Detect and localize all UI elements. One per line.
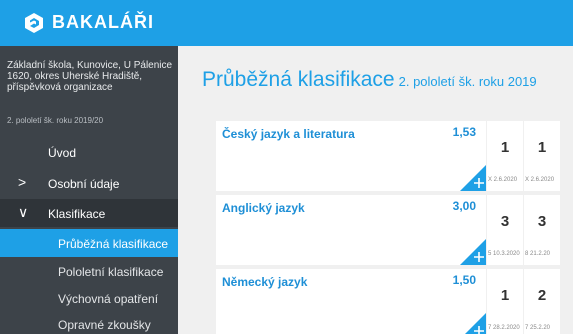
bakalari-logo-icon[interactable] (24, 12, 44, 34)
main-content: Průběžná klasifikace 2. pololetí šk. roku… (178, 46, 573, 334)
nav-item-uvod[interactable]: Úvod (0, 138, 178, 166)
page-title: Průběžná klasifikace 2. pololetí šk. roku… (202, 68, 537, 92)
grade-date: 7 25.2.20 (525, 325, 551, 331)
nav-item-prubezna-klasifikace[interactable]: Průběžná klasifikace (0, 229, 178, 257)
sidebar: Základní škola, Kunovice, U Pálenice 162… (0, 46, 178, 334)
grade-cell[interactable]: 1 7 28.2.2020 (487, 269, 523, 334)
grade-value: 1 (537, 139, 547, 156)
chevron-right-icon: > (18, 174, 27, 190)
subject-name[interactable]: Německý jazyk (222, 275, 307, 289)
subject-average: 1,50 (452, 273, 476, 287)
subject-average: 3,00 (452, 199, 476, 213)
subject-row[interactable]: Český jazyk a literatura 1,53 (216, 121, 486, 191)
nav-item-label: Osobní údaje (48, 177, 120, 191)
nav-item-label: Klasifikace (48, 207, 106, 221)
nav-item-label: Úvod (48, 146, 77, 160)
chevron-down-icon: ∨ (18, 204, 29, 220)
grade-date: 5 10.3.2020 (488, 251, 520, 257)
grade-cell[interactable]: 1 X 2.6.2020 (487, 121, 523, 191)
grade-date: X 2.6.2020 (525, 177, 555, 183)
page-title-term: 2. pololetí šk. roku 2019 (398, 74, 537, 89)
grade-value: 3 (500, 213, 510, 230)
grade-date: 7 28.2.2020 (488, 325, 520, 331)
top-bar: BAKALÁŘI (0, 0, 573, 46)
nav-item-label: Průběžná klasifikace (58, 237, 169, 251)
grade-cell[interactable]: 2 7 25.2.20 (524, 269, 560, 334)
grade-cell[interactable]: 3 8 21.2.20 (524, 195, 560, 265)
nav-item-klasifikace[interactable]: ∨ Klasifikace (0, 199, 178, 227)
subject-row[interactable]: Anglický jazyk 3,00 (216, 195, 486, 265)
add-grade-icon[interactable] (460, 313, 486, 334)
subject-average: 1,53 (452, 125, 476, 139)
grade-value: 2 (537, 287, 547, 304)
nav-item-pololetni-klasifikace[interactable]: Pololetní klasifikace (0, 257, 178, 285)
nav-item-label: Výchovná opatření (58, 292, 159, 306)
grade-date: 8 21.2.20 (525, 251, 551, 257)
add-grade-icon[interactable] (460, 239, 486, 265)
brand-title[interactable]: BAKALÁŘI (52, 12, 154, 33)
page-title-main: Průběžná klasifikace (202, 68, 395, 91)
subject-name[interactable]: Anglický jazyk (222, 201, 305, 215)
nav-item-vychovna-opatreni[interactable]: Výchovná opatření (0, 284, 178, 312)
school-term: 2. pololetí šk. roku 2019/20 (7, 116, 104, 125)
grade-value: 3 (537, 213, 547, 230)
subject-name[interactable]: Český jazyk a literatura (222, 127, 355, 141)
grade-date: X 2.6.2020 (488, 177, 518, 183)
grade-cell[interactable]: 3 5 10.3.2020 (487, 195, 523, 265)
grade-value: 1 (500, 287, 510, 304)
subject-row[interactable]: Německý jazyk 1,50 (216, 269, 486, 334)
nav-item-label: Pololetní klasifikace (58, 265, 164, 279)
nav-item-label: Opravné zkoušky (58, 318, 151, 332)
add-grade-icon[interactable] (460, 165, 486, 191)
nav-item-osobni-udaje[interactable]: > Osobní údaje (0, 169, 178, 197)
nav-item-opravne-zkousky[interactable]: Opravné zkoušky (0, 310, 178, 334)
grade-value: 1 (500, 139, 510, 156)
school-name: Základní škola, Kunovice, U Pálenice 162… (7, 60, 173, 93)
grade-cell[interactable]: 1 X 2.6.2020 (524, 121, 560, 191)
